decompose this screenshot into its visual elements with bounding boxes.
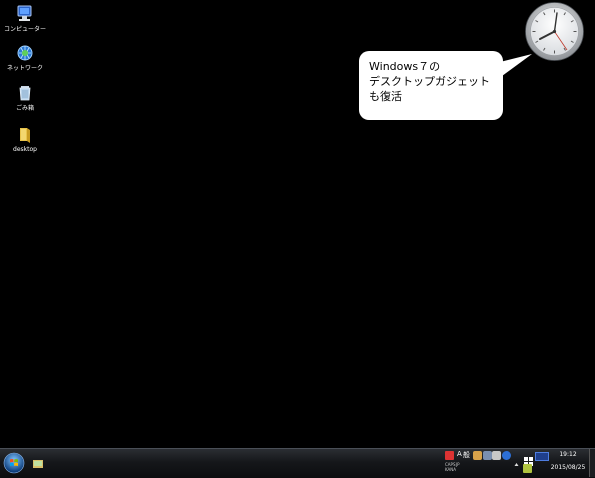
callout-line-1: Windows７の <box>369 60 441 73</box>
show-desktop-button[interactable] <box>589 449 595 477</box>
callout-line-2: デスクトップガジェット <box>369 75 490 88</box>
network-icon <box>15 43 35 63</box>
ime-mode[interactable]: A <box>457 450 462 458</box>
folder-icon <box>15 124 35 144</box>
desktop-icon-recycle-bin[interactable]: ごみ箱 <box>0 83 50 113</box>
kana-indicator: KANA <box>445 467 457 472</box>
chevron-up-icon[interactable] <box>514 452 519 466</box>
taskbar-time[interactable]: 19:12 <box>553 451 583 458</box>
help-icon[interactable] <box>502 451 511 460</box>
jp-indicator: JP <box>456 462 460 467</box>
desktop: コンピューター ネットワーク ごみ箱 desktop Windows７の デスク… <box>0 0 595 448</box>
taskbar-date[interactable]: 2015/08/25 <box>548 464 588 471</box>
analog-clock-icon <box>525 2 584 61</box>
callout-line-3: も復活 <box>369 90 402 103</box>
tray-icon-app1[interactable] <box>473 451 482 460</box>
explorer-folder-icon <box>33 460 43 468</box>
ime-kanji-mode[interactable]: 般 <box>463 450 470 460</box>
desktop-icon-label: ごみ箱 <box>15 105 34 112</box>
desktop-icon-label: desktop <box>13 146 37 153</box>
callout-text: Windows７の デスクトップガジェット も復活 <box>369 59 490 104</box>
volume-meter-icon[interactable] <box>535 452 549 461</box>
annotation-callout: Windows７の デスクトップガジェット も復活 <box>359 51 503 120</box>
start-button[interactable] <box>3 452 25 474</box>
start-orb-icon <box>3 452 25 474</box>
desktop-icon-label: コンピューター <box>3 26 46 33</box>
desktop-icon-computer[interactable]: コンピューター <box>0 4 50 34</box>
tray-icon-app2[interactable] <box>483 451 492 460</box>
tray-icon-ime-tool[interactable] <box>445 451 454 460</box>
recycle-bin-icon <box>15 83 35 103</box>
computer-icon <box>15 4 35 24</box>
desktop-icon-label: ネットワーク <box>6 65 43 72</box>
desktop-icon-network[interactable]: ネットワーク <box>0 43 50 73</box>
windows-flag-icon[interactable] <box>524 451 533 466</box>
desktop-icon-folder[interactable]: desktop <box>0 124 50 154</box>
tray-icon-app3[interactable] <box>492 451 501 460</box>
network-tray-icon[interactable] <box>523 464 532 473</box>
taskbar-pinned-explorer[interactable] <box>33 453 43 468</box>
clock-gadget[interactable] <box>525 2 584 61</box>
